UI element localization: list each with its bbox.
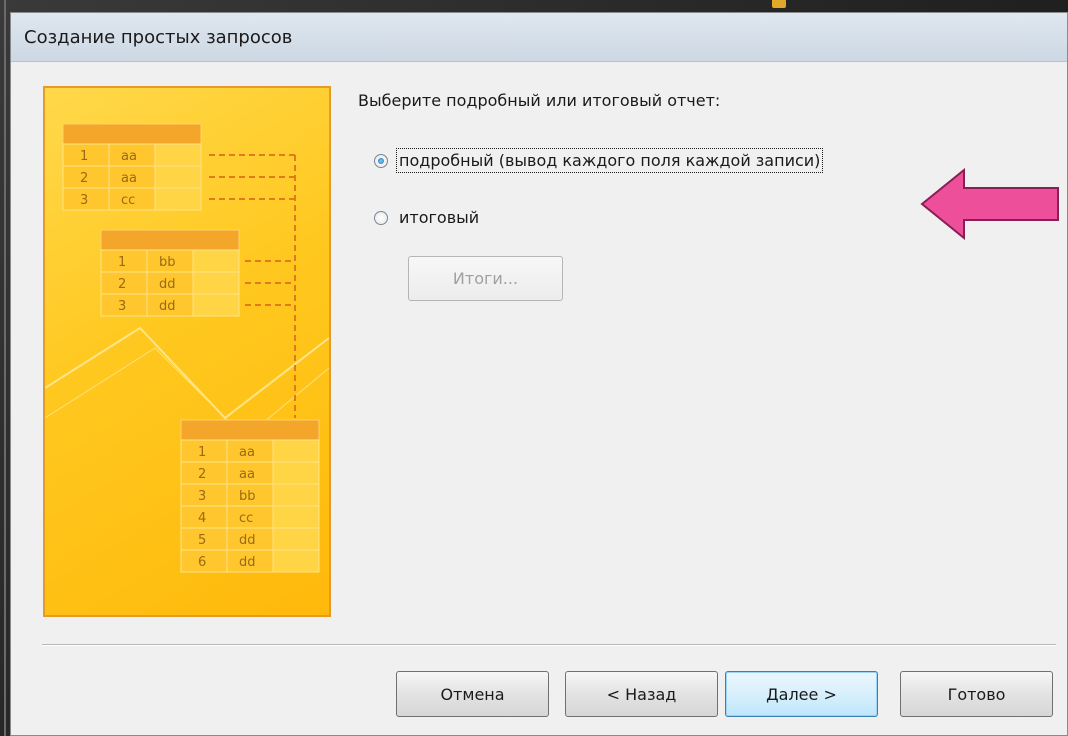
source-table-b-row-number: 3 [118,299,126,314]
footer-separator [42,644,1056,646]
result-table-row-value: dd [239,555,256,570]
illustration-decor-line [45,326,329,420]
result-table-row-number: 4 [198,511,206,526]
source-table-a-cell [154,187,202,211]
source-table-b-row-number: 1 [118,255,126,270]
result-table-cell [272,483,320,507]
source-table-b-header [100,229,240,251]
source-table-b-row-value: bb [159,255,176,270]
summary-option[interactable]: итоговый [374,205,482,230]
source-table-b-cell [192,271,240,295]
window-title: Создание простых запросов [24,27,293,48]
finish-button[interactable]: Готово [900,671,1053,717]
result-table-row-number: 1 [198,445,206,460]
result-table-header [180,419,320,441]
result-table-cell [272,439,320,463]
next-button[interactable]: Далее > [725,671,878,717]
report-type-prompt: Выберите подробный или итоговый отчет: [358,91,721,110]
result-table-cell [272,461,320,485]
source-table-b-cell [192,293,240,317]
simple-query-wizard-dialog: Создание простых запросов 1 aa 2 aa 3 cc 1 bb 2 d… [10,12,1068,736]
result-table-row-number: 5 [198,533,206,548]
source-table-a-row-value: aa [121,149,137,164]
cancel-button[interactable]: Отмена [396,671,549,717]
source-table-b-row-number: 2 [118,277,126,292]
source-table-a-cell [154,165,202,189]
totals-button[interactable]: Итоги... [408,256,563,301]
source-table-a-row-number: 3 [80,193,88,208]
result-table-row-value: aa [239,445,255,460]
result-table-row-number: 2 [198,467,206,482]
title-bar: Создание простых запросов [11,13,1067,62]
illustration-graphic: 1 aa 2 aa 3 cc 1 bb 2 dd 3 dd 1 aa 2 aa 3 bb 4 cc 5 dd 6 dd [45,123,329,573]
result-table-row-value: bb [239,489,256,504]
background-marker [772,0,786,8]
source-table-a-row-value: cc [121,193,135,208]
result-table-cell [272,505,320,529]
result-table-row-number: 6 [198,555,206,570]
result-table-cell [272,549,320,573]
source-table-a-row-number: 1 [80,149,88,164]
summary-option-label[interactable]: итоговый [396,205,482,230]
background-divider [4,0,6,736]
source-table-a-header [62,123,202,145]
back-button[interactable]: < Назад [565,671,718,717]
result-table-cell [272,527,320,551]
pointer-arrow-icon [920,168,1059,240]
source-table-a-cell [154,143,202,167]
summary-radio[interactable] [374,210,388,225]
result-table-row-value: cc [239,511,253,526]
wizard-illustration: 1 aa 2 aa 3 cc 1 bb 2 dd 3 dd 1 aa 2 aa 3 bb 4 cc 5 dd 6 dd [43,86,331,617]
result-table-row-number: 3 [198,489,206,504]
result-table-row-value: aa [239,467,255,482]
source-table-b-row-value: dd [159,277,176,292]
source-table-b-cell [192,249,240,273]
result-table-row-value: dd [239,533,256,548]
source-table-b-row-value: dd [159,299,176,314]
detail-option[interactable]: подробный (вывод каждого поля каждой зап… [374,148,824,173]
source-table-a-row-number: 2 [80,171,88,186]
detail-radio[interactable] [374,153,388,168]
source-table-a-row-value: aa [121,171,137,186]
detail-option-label[interactable]: подробный (вывод каждого поля каждой зап… [396,148,824,173]
